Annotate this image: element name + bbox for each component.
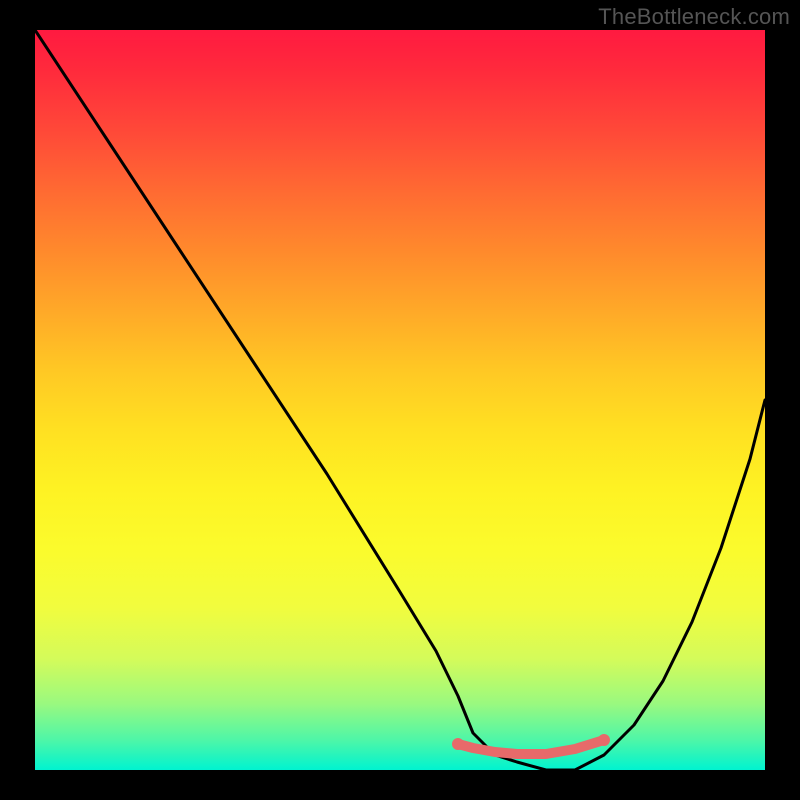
marker-dot-start: [452, 738, 464, 750]
marker-dot-end: [598, 734, 610, 746]
watermark-text: TheBottleneck.com: [598, 4, 790, 30]
plot-area: [35, 30, 765, 770]
chart-frame: TheBottleneck.com: [0, 0, 800, 800]
optimal-band-marker: [458, 740, 604, 754]
chart-svg: [35, 30, 765, 770]
bottleneck-curve-line: [35, 30, 765, 770]
